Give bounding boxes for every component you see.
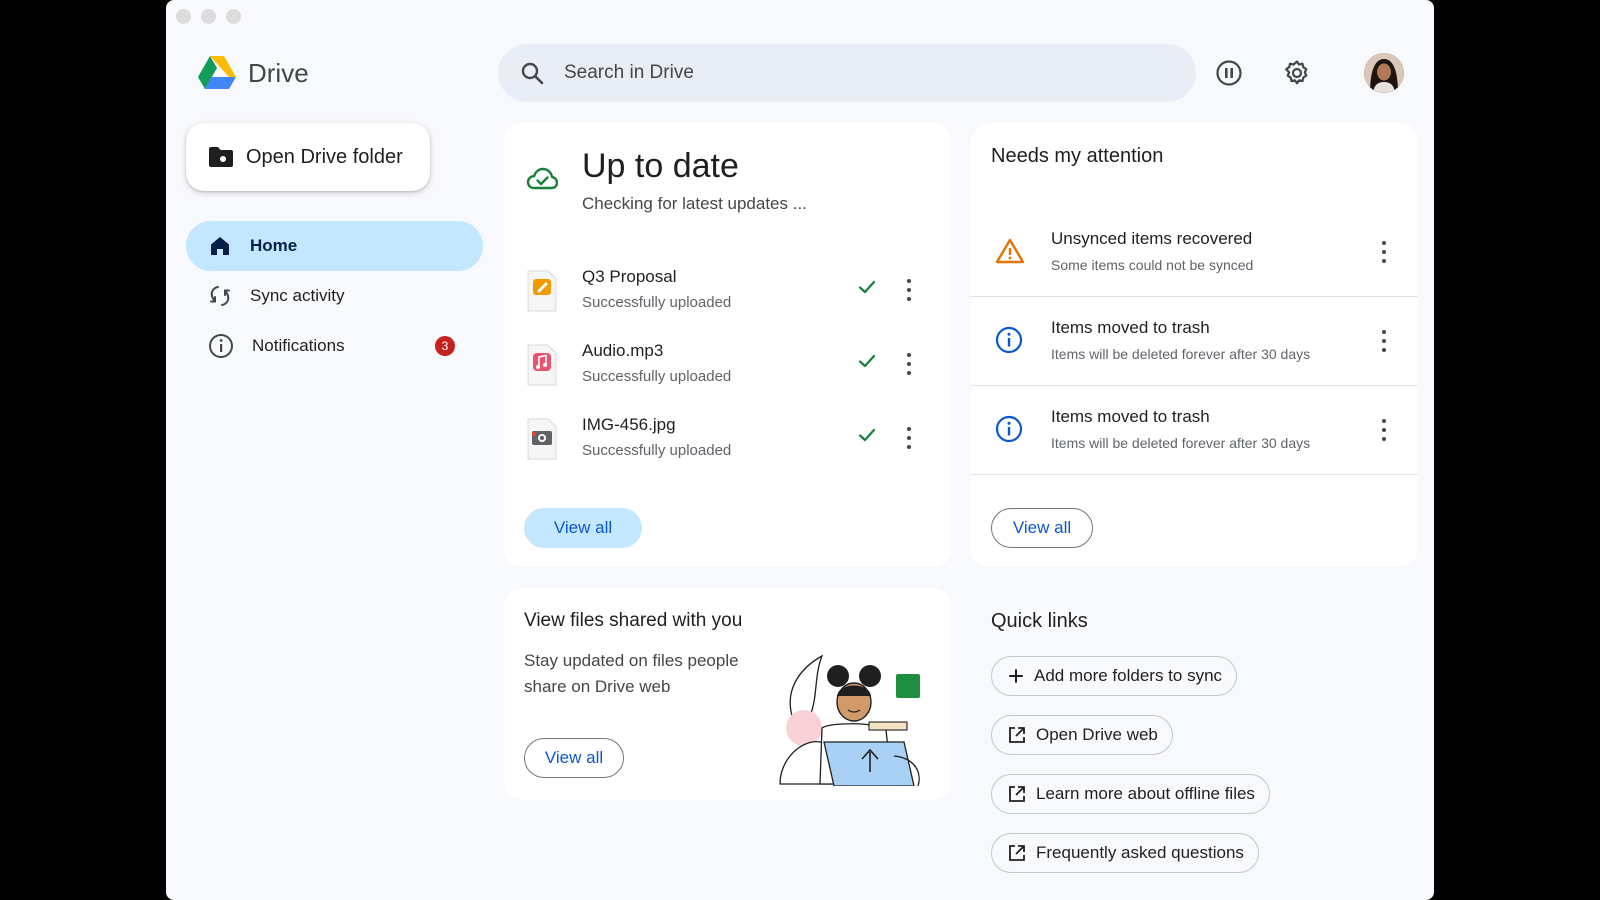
file-status: Successfully uploaded [582, 442, 732, 459]
shared-files-title: View files shared with you [524, 610, 743, 631]
quick-link-label: Add more folders to sync [1034, 666, 1223, 685]
learn-offline-files-link[interactable]: Learn more about offline files [991, 774, 1270, 814]
drive-logo-icon [198, 56, 236, 89]
add-folders-to-sync-link[interactable]: Add more folders to sync [991, 656, 1238, 696]
sidebar-item-label: Sync activity [250, 286, 345, 305]
more-options-icon[interactable] [902, 425, 916, 451]
more-options-icon[interactable] [902, 277, 916, 303]
attention-item-title: Items moved to trash [1051, 407, 1210, 426]
cloud-done-icon [526, 167, 558, 190]
home-icon [211, 237, 229, 255]
search-input[interactable] [564, 62, 1124, 84]
sync-status-subtitle: Checking for latest updates ... [582, 194, 807, 213]
open-drive-folder-label: Open Drive folder [246, 145, 403, 168]
shared-files-description: Stay updated on files people share on Dr… [524, 651, 739, 696]
audio-file-icon [527, 344, 557, 386]
file-row[interactable]: Audio.mp3 Successfully uploaded [504, 333, 951, 403]
attention-item-title: Unsynced items recovered [1051, 229, 1253, 248]
open-drive-folder-button[interactable]: Open Drive folder [186, 123, 430, 191]
sidebar-item-label: Notifications [252, 336, 345, 355]
pause-icon [1216, 60, 1242, 86]
needs-attention-card: Needs my attention Unsynced items recove… [971, 123, 1418, 567]
view-all-attention-button[interactable]: View all [991, 508, 1093, 548]
folder-icon [209, 147, 233, 167]
quick-link-label: Learn more about offline files [1036, 784, 1255, 803]
drive-window: Drive Search in Drive Open Drive folder … [166, 0, 1434, 900]
sidebar-item-home[interactable]: Home [186, 221, 483, 271]
view-all-shared-button[interactable]: View all [524, 738, 624, 778]
sync-status-card: Up to date Checking for latest updates .… [504, 123, 951, 567]
attention-item-title: Items moved to trash [1051, 318, 1210, 337]
view-all-sync-button[interactable]: View all [524, 508, 642, 548]
open-external-icon [1009, 786, 1025, 802]
info-icon [209, 334, 233, 358]
shared-files-card: View files shared with you Stay updated … [504, 588, 951, 800]
more-options-icon[interactable] [902, 351, 916, 377]
check-icon [858, 428, 876, 442]
sidebar-nav: Home Sync activity Notifications 3 [186, 221, 483, 371]
notifications-count-badge: 3 [435, 336, 455, 356]
pages-file-icon [527, 270, 557, 312]
file-status: Successfully uploaded [582, 368, 732, 385]
warning-icon [995, 238, 1025, 264]
open-external-icon [1009, 845, 1025, 861]
sync-icon [210, 286, 230, 306]
file-row[interactable]: Q3 Proposal Successfully uploaded [504, 259, 951, 329]
faq-link[interactable]: Frequently asked questions [991, 833, 1259, 873]
open-external-icon [1009, 727, 1025, 743]
file-name: Q3 Proposal [582, 267, 677, 286]
attention-item-subtitle: Some items could not be synced [1051, 257, 1254, 273]
file-row[interactable]: IMG-456.jpg Successfully uploaded [504, 407, 951, 477]
zoom-window-button[interactable] [226, 9, 241, 24]
shared-files-illustration [779, 654, 920, 786]
more-options-icon[interactable] [1377, 239, 1391, 265]
more-options-icon[interactable] [1377, 328, 1391, 354]
attention-item[interactable]: Items moved to trash Items will be delet… [971, 298, 1418, 386]
needs-attention-title: Needs my attention [991, 145, 1164, 167]
close-window-button[interactable] [176, 9, 191, 24]
info-icon [995, 326, 1023, 354]
check-icon [858, 354, 876, 368]
attention-item[interactable]: Unsynced items recovered Some items coul… [971, 209, 1418, 297]
search-bar[interactable] [498, 44, 1196, 102]
file-name: Audio.mp3 [582, 341, 664, 360]
drive-logo: Drive [198, 56, 309, 90]
file-name: IMG-456.jpg [582, 415, 676, 434]
attention-item-subtitle: Items will be deleted forever after 30 d… [1051, 346, 1311, 362]
attention-item[interactable]: Items moved to trash Items will be delet… [971, 387, 1418, 475]
account-avatar[interactable] [1364, 53, 1404, 93]
search-icon [521, 62, 544, 85]
plus-icon [1009, 669, 1023, 683]
attention-item-subtitle: Items will be deleted forever after 30 d… [1051, 435, 1311, 451]
info-icon [995, 415, 1023, 443]
avatar-image [1364, 53, 1404, 93]
quick-links-title: Quick links [991, 610, 1088, 632]
app-title: Drive [248, 57, 309, 88]
settings-button[interactable] [1280, 56, 1314, 90]
open-drive-web-link[interactable]: Open Drive web [991, 715, 1173, 755]
file-status: Successfully uploaded [582, 294, 732, 311]
minimize-window-button[interactable] [201, 9, 216, 24]
pause-sync-button[interactable] [1212, 56, 1246, 90]
more-options-icon[interactable] [1377, 417, 1391, 443]
sidebar-item-label: Home [250, 236, 298, 255]
window-controls [176, 9, 241, 24]
gear-icon [1285, 60, 1308, 85]
quick-link-label: Open Drive web [1036, 725, 1158, 744]
sidebar-item-sync-activity[interactable]: Sync activity [186, 271, 483, 321]
sidebar-item-notifications[interactable]: Notifications 3 [186, 321, 483, 371]
quick-link-label: Frequently asked questions [1036, 843, 1244, 862]
image-file-icon [527, 418, 557, 460]
sync-status-title: Up to date [582, 147, 739, 185]
check-icon [858, 280, 876, 294]
